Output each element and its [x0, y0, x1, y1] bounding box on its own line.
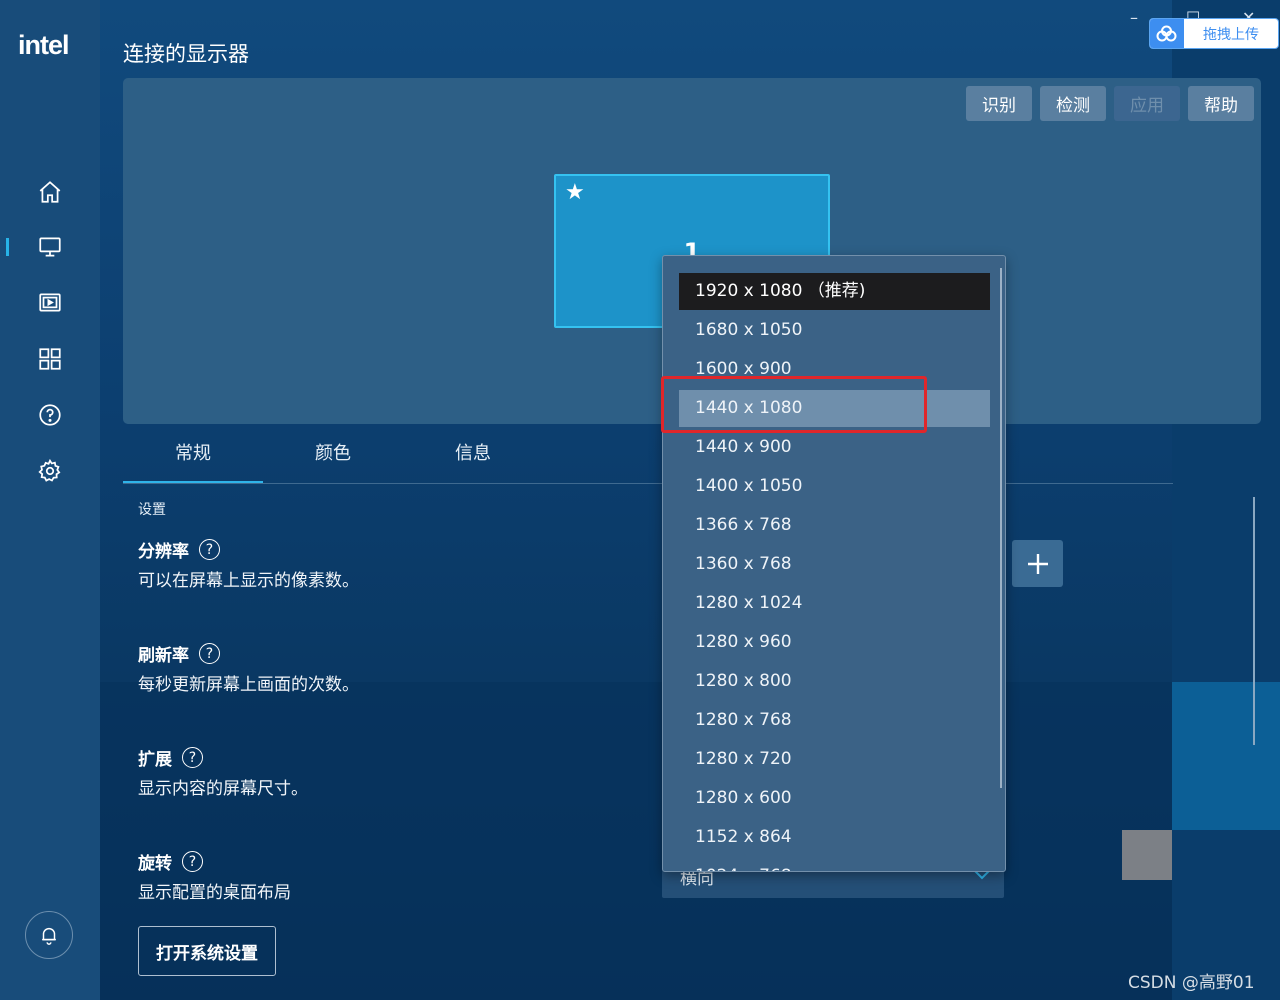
bell-icon: [42, 927, 56, 945]
dropdown-scrollbar[interactable]: [1000, 268, 1002, 788]
resolution-dropdown[interactable]: 1920 x 1080 （推荐) 1680 x 1050 1600 x 900 …: [662, 255, 1006, 872]
scale-title: 扩展: [138, 750, 172, 770]
help-button[interactable]: 帮助: [1188, 86, 1254, 121]
notifications-button[interactable]: [25, 911, 73, 959]
rotation-desc: 显示配置的桌面布局: [138, 883, 291, 903]
plus-icon: [1027, 553, 1048, 574]
decorative-grey-block: [1122, 830, 1172, 880]
tab-color[interactable]: 颜色: [263, 436, 403, 484]
resolution-option[interactable]: 1280 x 768: [679, 702, 990, 739]
resolution-title: 分辨率: [138, 542, 189, 562]
resolution-option[interactable]: 1280 x 800: [679, 663, 990, 700]
resolution-option[interactable]: 1024 x 768: [679, 858, 990, 871]
scale-help-icon[interactable]: ?: [182, 747, 203, 768]
resolution-option[interactable]: 1400 x 1050: [679, 468, 990, 505]
scale-desc: 显示内容的屏幕尺寸。: [138, 779, 308, 799]
nav-settings[interactable]: [22, 449, 78, 493]
sidebar: intel: [0, 0, 100, 1000]
minimize-button[interactable]: –: [1130, 8, 1138, 27]
nav-active-indicator: [6, 238, 9, 256]
decorative-blue-block: [1172, 682, 1280, 830]
rotation-title: 旋转: [138, 854, 172, 874]
star-icon: ★: [565, 180, 585, 205]
help-icon: [39, 404, 61, 426]
cloud-icon: [1150, 19, 1184, 48]
media-icon: [39, 293, 61, 312]
refresh-desc: 每秒更新屏幕上画面的次数。: [138, 675, 359, 695]
add-custom-resolution-button[interactable]: [1012, 540, 1063, 587]
monitor-icon: [39, 237, 61, 257]
apply-button[interactable]: 应用: [1114, 86, 1180, 121]
resolution-option[interactable]: 1360 x 768: [679, 546, 990, 583]
identify-button[interactable]: 识别: [966, 86, 1032, 121]
resolution-help-icon[interactable]: ?: [199, 539, 220, 560]
resolution-option[interactable]: 1366 x 768: [679, 507, 990, 544]
drag-upload-button[interactable]: 拖拽上传: [1149, 18, 1279, 49]
resolution-desc: 可以在屏幕上显示的像素数。: [138, 571, 359, 591]
resolution-option[interactable]: 1920 x 1080 （推荐): [679, 273, 990, 310]
resolution-option[interactable]: 1152 x 864: [679, 819, 990, 856]
drag-upload-label: 拖拽上传: [1203, 26, 1259, 43]
refresh-title: 刷新率: [138, 646, 189, 666]
nav-apps[interactable]: [22, 337, 78, 381]
nav-video[interactable]: [22, 281, 78, 325]
nav-home[interactable]: [22, 170, 78, 214]
resolution-option[interactable]: 1280 x 600: [679, 780, 990, 817]
tab-general[interactable]: 常规: [123, 436, 263, 484]
intel-logo: intel: [18, 30, 70, 60]
setting-scale: 扩展 ? 显示内容的屏幕尺寸。: [138, 745, 308, 799]
tab-info[interactable]: 信息: [403, 436, 543, 484]
watermark: CSDN @高野01: [1128, 973, 1255, 993]
nav-display[interactable]: [22, 225, 78, 269]
open-system-settings-button[interactable]: 打开系统设置: [138, 926, 276, 976]
tab-divider: [123, 483, 1173, 484]
setting-rotation: 旋转 ? 显示配置的桌面布局: [138, 849, 291, 903]
rotation-help-icon[interactable]: ?: [182, 851, 203, 872]
resolution-option[interactable]: 1680 x 1050: [679, 312, 990, 349]
resolution-option[interactable]: 1440 x 900: [679, 429, 990, 466]
resolution-option[interactable]: 1280 x 960: [679, 624, 990, 661]
page-scrollbar[interactable]: [1253, 497, 1255, 745]
detect-button[interactable]: 检测: [1040, 86, 1106, 121]
apps-icon: [39, 348, 61, 370]
page-title: 连接的显示器: [123, 42, 249, 66]
gear-icon: [38, 458, 61, 482]
setting-refresh-rate: 刷新率 ? 每秒更新屏幕上画面的次数。: [138, 641, 359, 695]
refresh-help-icon[interactable]: ?: [199, 643, 220, 664]
resolution-option[interactable]: 1280 x 720: [679, 741, 990, 778]
resolution-option[interactable]: 1280 x 1024: [679, 585, 990, 622]
setting-resolution: 分辨率 ? 可以在屏幕上显示的像素数。: [138, 537, 359, 591]
home-icon: [39, 181, 61, 203]
annotation-highlight-box: [661, 376, 927, 433]
settings-section-label: 设置: [138, 502, 166, 518]
nav-help[interactable]: [22, 393, 78, 437]
